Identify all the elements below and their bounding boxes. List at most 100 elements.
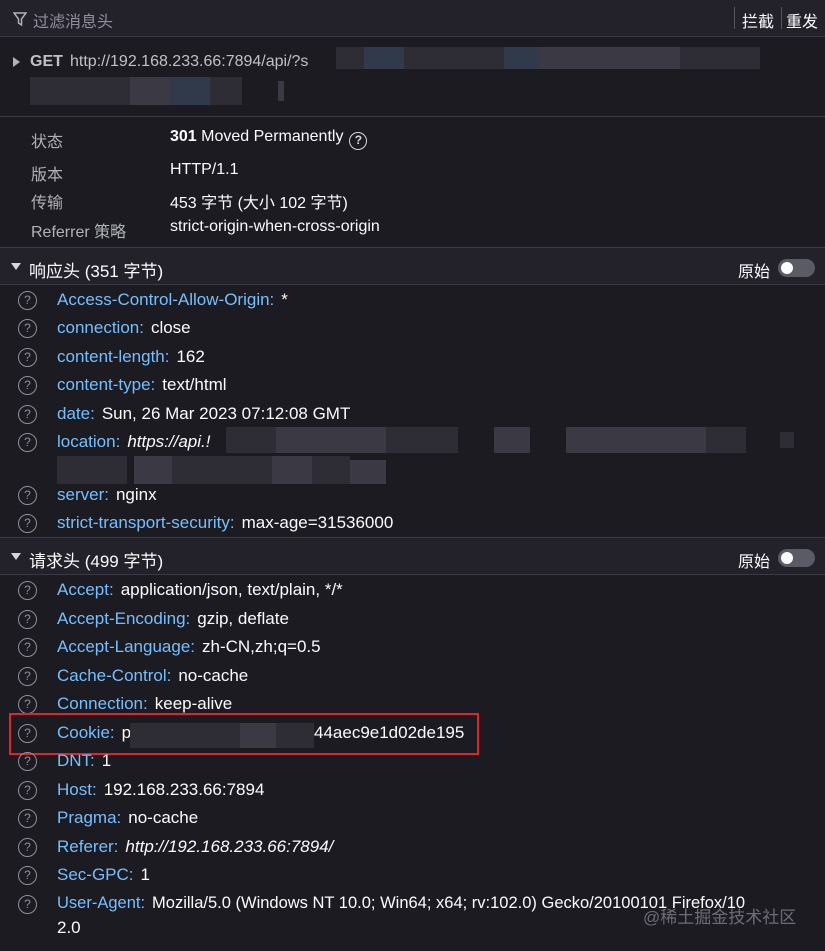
help-icon[interactable]: ? — [18, 376, 37, 395]
header-row[interactable]: ? content-type: text/html — [0, 373, 825, 401]
help-icon[interactable]: ? — [18, 781, 37, 800]
header-row[interactable]: ? Referer: http://192.168.233.66:7894/ — [0, 835, 825, 863]
header-name: Sec-GPC: — [57, 865, 134, 884]
block-button[interactable]: 拦截 — [742, 8, 774, 32]
header-name: Accept: — [57, 580, 114, 599]
raw-toggle[interactable] — [778, 259, 815, 277]
header-value: 162 — [176, 347, 205, 366]
headers-toolbar: 过滤消息头 拦截 重发 — [0, 0, 825, 37]
header-name: content-type: — [57, 375, 156, 394]
redacted-block — [276, 427, 386, 453]
header-value: nginx — [115, 485, 157, 504]
help-icon[interactable]: ? — [18, 581, 37, 600]
header-row[interactable]: ? Sec-GPC: 1 — [0, 863, 825, 891]
header-row[interactable]: ? server: nginx — [0, 483, 825, 511]
header-name: content-length: — [57, 347, 170, 366]
header-row[interactable]: ? DNT: 1 — [0, 749, 825, 777]
toggle-knob — [781, 552, 793, 564]
header-value: 1 — [101, 751, 112, 770]
redacted-block — [210, 77, 242, 105]
version-label: 版本 — [31, 167, 64, 184]
header-name: Accept-Language: — [57, 637, 195, 656]
request-headers-header[interactable]: 请求头 (499 字节) 原始 — [0, 537, 825, 575]
redacted-block — [386, 427, 458, 453]
help-icon[interactable]: ? — [18, 291, 37, 310]
header-value-continuation: 2.0 — [57, 918, 81, 937]
header-row[interactable]: ? Cache-Control: no-cache — [0, 664, 825, 692]
help-icon[interactable]: ? — [18, 638, 37, 657]
header-value: http://192.168.233.66:7894/ — [125, 837, 334, 856]
help-icon[interactable]: ? — [18, 695, 37, 714]
header-row[interactable]: ? Accept: application/json, text/plain, *… — [0, 578, 825, 606]
raw-toggle[interactable] — [778, 549, 815, 567]
help-icon[interactable]: ? — [18, 866, 37, 885]
redacted-block — [404, 47, 504, 69]
header-value: gzip, deflate — [197, 609, 289, 628]
header-name: User-Agent: — [57, 894, 146, 912]
redacted-block — [504, 47, 540, 69]
header-row[interactable]: ? Pragma: no-cache — [0, 806, 825, 834]
help-icon[interactable]: ? — [18, 809, 37, 828]
header-row[interactable]: ? connection: close — [0, 316, 825, 344]
resend-button[interactable]: 重发 — [786, 8, 818, 32]
help-icon[interactable]: ? — [18, 514, 37, 533]
redacted-block — [312, 456, 350, 484]
header-name: location: — [57, 432, 121, 451]
help-icon[interactable]: ? — [18, 319, 37, 338]
status-code: 301 — [170, 128, 197, 145]
redacted-block — [350, 460, 386, 484]
header-name: Connection: — [57, 694, 148, 713]
header-name: Pragma: — [57, 808, 122, 827]
help-icon[interactable]: ? — [18, 838, 37, 857]
request-url: http://192.168.233.66:7894/api/?s — [70, 53, 309, 70]
collapse-twisty-icon[interactable] — [11, 553, 21, 560]
response-headers-header[interactable]: 响应头 (351 字节) 原始 — [0, 247, 825, 285]
header-value: 1 — [140, 865, 150, 884]
help-icon[interactable]: ? — [18, 610, 37, 629]
help-icon[interactable]: ? — [18, 752, 37, 771]
header-name: connection: — [57, 318, 144, 337]
redacted-block — [57, 456, 127, 484]
toolbar-divider — [734, 7, 735, 29]
header-row[interactable]: ? Accept-Encoding: gzip, deflate — [0, 607, 825, 635]
redacted-block — [134, 456, 172, 484]
help-icon[interactable]: ? — [18, 405, 37, 424]
collapse-twisty-icon[interactable] — [11, 263, 21, 270]
help-icon[interactable]: ? — [18, 433, 37, 452]
filter-icon — [13, 12, 27, 27]
status-help-icon[interactable]: ? — [349, 132, 368, 150]
redacted-block — [278, 81, 284, 101]
header-value: application/json, text/plain, */* — [120, 580, 343, 599]
header-row[interactable]: ? content-length: 162 — [0, 345, 825, 373]
redacted-block — [364, 47, 404, 69]
referrer-policy-value: strict-origin-when-cross-origin — [170, 218, 380, 235]
filter-headers-input[interactable]: 过滤消息头 — [33, 8, 113, 32]
redacted-block — [780, 432, 794, 448]
redacted-block — [540, 47, 680, 69]
header-row[interactable]: ? Host: 192.168.233.66:7894 — [0, 778, 825, 806]
status-value: 301 Moved Permanently? — [170, 128, 368, 150]
help-icon[interactable]: ? — [18, 667, 37, 686]
redacted-block — [494, 427, 530, 453]
redacted-block — [30, 77, 130, 105]
help-icon[interactable]: ? — [18, 486, 37, 505]
header-value: zh-CN,zh;q=0.5 — [202, 637, 321, 656]
header-row[interactable]: ? Accept-Language: zh-CN,zh;q=0.5 — [0, 635, 825, 663]
help-icon[interactable]: ? — [18, 348, 37, 367]
header-name: Referer: — [57, 837, 119, 856]
redacted-block — [272, 456, 312, 484]
header-row[interactable]: ? Access-Control-Allow-Origin: * — [0, 288, 825, 316]
header-name: date: — [57, 404, 95, 423]
header-row[interactable]: ? strict-transport-security: max-age=3153… — [0, 511, 825, 539]
header-name: server: — [57, 485, 109, 504]
header-row[interactable]: ? date: Sun, 26 Mar 2023 07:12:08 GMT — [0, 402, 825, 430]
expand-url-twisty[interactable] — [13, 57, 20, 67]
version-value: HTTP/1.1 — [170, 161, 239, 178]
redacted-block — [172, 456, 272, 484]
header-value: no-cache — [128, 808, 199, 827]
header-value: Sun, 26 Mar 2023 07:12:08 GMT — [101, 404, 351, 423]
header-name: Host: — [57, 780, 97, 799]
request-method: GET — [30, 53, 63, 70]
divider — [0, 116, 825, 117]
help-icon[interactable]: ? — [18, 895, 37, 914]
